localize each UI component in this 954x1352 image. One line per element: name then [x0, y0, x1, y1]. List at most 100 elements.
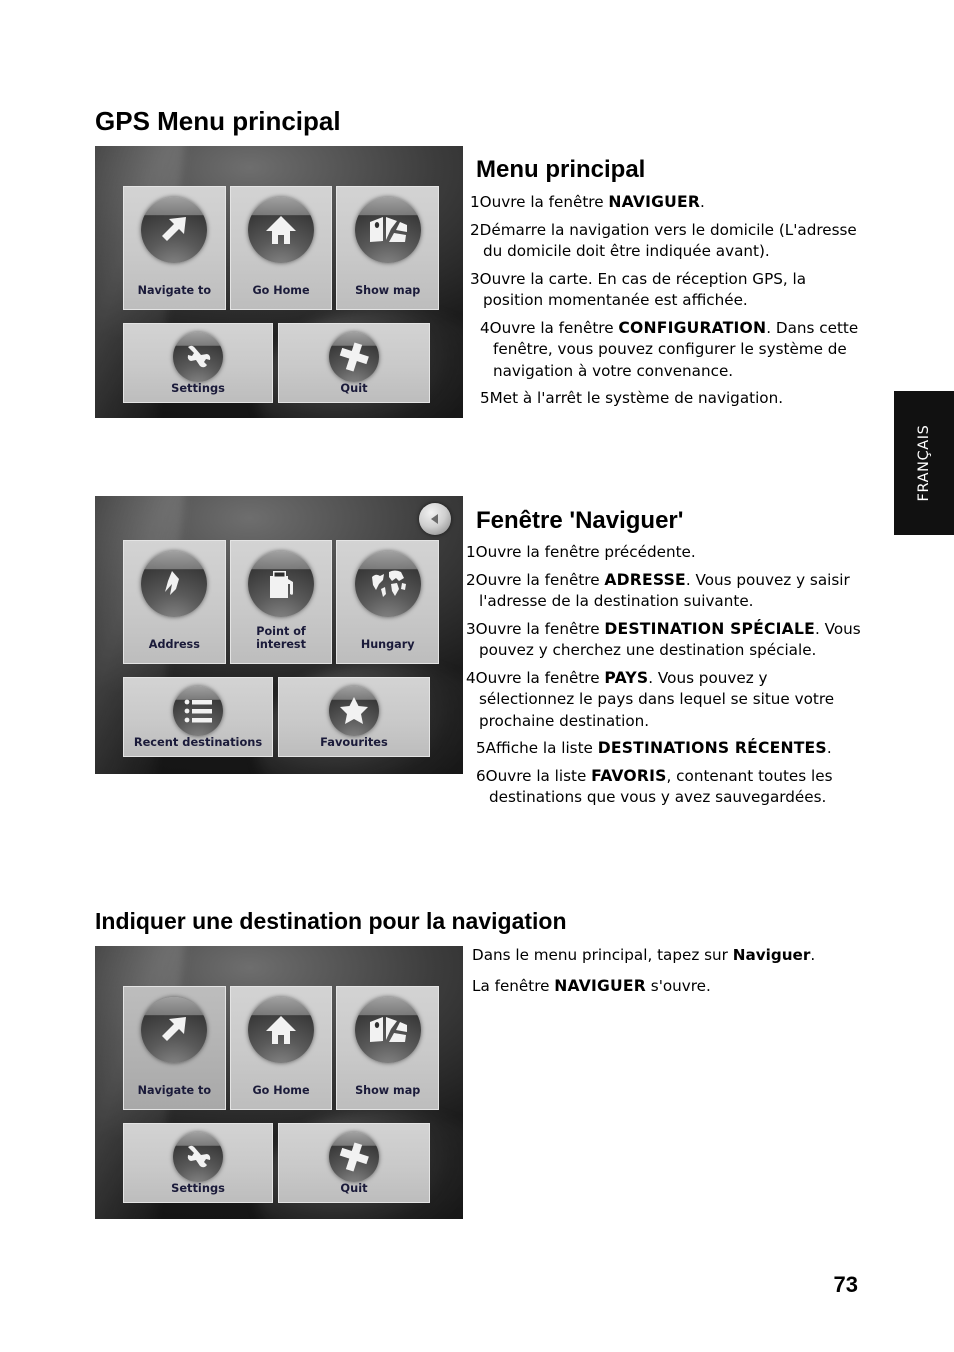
device-tile-quit[interactable]: Quit	[278, 323, 430, 403]
device-tile-label: Settings	[171, 1180, 225, 1195]
fuel-pump-icon	[248, 551, 314, 617]
device-tile-go-home[interactable]: Go Home	[229, 186, 333, 310]
star-icon	[329, 686, 379, 736]
arrow-up-right-icon	[141, 997, 208, 1063]
device-screenshot-navigate-menu: Address Point of interest Hungary Recent…	[95, 496, 463, 774]
subheading-menu-principal: Menu principal	[476, 156, 646, 183]
device-tile-label: Hungary	[360, 637, 415, 651]
paragraph: La fenêtre NAVIGUER s'ouvre.	[472, 976, 832, 998]
list-item-emphasis: PAYS	[604, 668, 649, 687]
device-tile-label: Go Home	[252, 1083, 310, 1097]
list-item: 4Ouvre la fenêtre PAYS. Vous pouvez y sé…	[466, 668, 866, 733]
device-screenshot-main-menu-pressed: Navigate to Go Home Show map Settings Qu…	[95, 946, 463, 1219]
list-item-text: Démarre la navigation vers le domicile (…	[479, 220, 857, 261]
back-arrow-icon[interactable]	[419, 503, 451, 535]
wrench-icon	[173, 332, 223, 382]
map-icon	[354, 197, 421, 263]
device-tile-grid: Navigate to Go Home Show map Settings Qu…	[123, 986, 440, 1203]
list-item-text: Met à l'arrêt le système de navigation.	[489, 389, 784, 407]
device-tile-row: Navigate to Go Home Show map	[123, 986, 440, 1110]
device-tile-navigate-to[interactable]: Navigate to	[123, 186, 226, 310]
device-tile-point-of-interest[interactable]: Point of interest	[229, 540, 333, 664]
device-tile-label: Show map	[355, 1083, 421, 1097]
device-tile-row: Settings Quit	[123, 1123, 439, 1203]
paragraph: Dans le menu principal, tapez sur Navigu…	[472, 945, 832, 967]
language-tab-label: FRANÇAIS	[916, 424, 932, 502]
list-item-number: 1	[466, 543, 476, 561]
device-tile-label: Quit	[340, 1180, 368, 1195]
list-item-emphasis: DESTINATION SPÉCIALE	[604, 619, 815, 638]
cross-icon	[329, 1132, 379, 1182]
list-item: 3Ouvre la fenêtre DESTINATION SPÉCIALE. …	[466, 619, 866, 662]
paragraph-lead: La fenêtre	[472, 976, 555, 995]
list-item-emphasis: FAVORIS	[591, 766, 667, 785]
subheading-fenetre-naviguer: Fenêtre 'Naviguer'	[476, 507, 684, 534]
device-tile-settings[interactable]: Settings	[123, 323, 273, 403]
device-tile-label: Quit	[340, 380, 368, 395]
device-tile-navigate-to[interactable]: Navigate to	[123, 986, 226, 1110]
paragraph-tail: s'ouvre.	[645, 976, 711, 995]
list-item-number: 4	[480, 318, 490, 337]
device-tile-label: Navigate to	[137, 1083, 212, 1097]
house-icon	[248, 197, 314, 263]
list-item-text: Ouvre la fenêtre	[475, 570, 605, 589]
device-tile-label: Recent destinations	[133, 734, 263, 749]
device-tile-label: Point of interest	[256, 625, 306, 651]
list-item-text: Ouvre la fenêtre	[489, 318, 619, 337]
cross-icon	[329, 332, 379, 382]
house-icon	[248, 997, 314, 1063]
list-icon	[173, 686, 223, 736]
list-item-number: 3	[466, 619, 476, 638]
page-number: 73	[833, 1272, 858, 1297]
paragraph-lead: Dans le menu principal, tapez sur	[472, 946, 733, 964]
list-item-number: 5	[476, 739, 486, 757]
list-item-text: Ouvre la fenêtre	[475, 619, 605, 638]
device-tile-grid: Navigate to Go Home Show map Settings Qu…	[123, 186, 440, 403]
list-item-text: Ouvre la carte. En cas de réception GPS,…	[479, 269, 807, 310]
device-tile-label: Address	[148, 637, 200, 651]
list-item-text: Ouvre la fenêtre	[475, 668, 605, 687]
paragraph-bold: Naviguer	[732, 946, 811, 964]
list-item-number: 1	[470, 193, 480, 211]
device-tile-row: Settings Quit	[123, 323, 439, 403]
device-tile-row: Address Point of interest Hungary	[123, 540, 440, 664]
device-tile-go-home[interactable]: Go Home	[229, 986, 333, 1110]
list-item: 2Ouvre la fenêtre ADRESSE. Vous pouvez y…	[466, 570, 866, 613]
list-item-number: 5	[480, 389, 490, 407]
device-tile-show-map[interactable]: Show map	[336, 986, 440, 1110]
list-item-text: Ouvre la liste	[485, 766, 592, 785]
list-item: 2Démarre la navigation vers le domicile …	[470, 220, 870, 263]
paragraph-tail: .	[810, 946, 816, 964]
device-tile-address[interactable]: Address	[123, 540, 226, 664]
menu-principal-list: 1Ouvre la fenêtre NAVIGUER. 2Démarre la …	[470, 192, 870, 416]
page-title: GPS Menu principal	[95, 106, 341, 136]
device-tile-show-map[interactable]: Show map	[336, 186, 440, 310]
list-item-text: Ouvre la fenêtre	[479, 193, 609, 211]
device-tile-label: Settings	[171, 380, 225, 395]
device-tile-favourites[interactable]: Favourites	[278, 677, 430, 757]
device-tile-grid: Address Point of interest Hungary Recent…	[123, 540, 440, 757]
list-item: 1Ouvre la fenêtre précédente.	[466, 542, 866, 564]
device-tile-country[interactable]: Hungary	[336, 540, 440, 664]
wrench-icon	[173, 1132, 223, 1182]
device-tile-label: Go Home	[252, 283, 310, 297]
list-item: 5Met à l'arrêt le système de navigation.	[475, 388, 870, 410]
list-item-emphasis: NAVIGUER	[608, 193, 701, 211]
list-item-emphasis: DESTINATIONS RÉCENTES	[597, 739, 827, 757]
device-tile-settings[interactable]: Settings	[123, 1123, 273, 1203]
device-tile-quit[interactable]: Quit	[278, 1123, 430, 1203]
section-heading-destination: Indiquer une destination pour la navigat…	[95, 908, 567, 934]
list-item-emphasis: ADRESSE	[604, 570, 686, 589]
device-tile-recent-destinations[interactable]: Recent destinations	[123, 677, 273, 757]
list-item-text: Ouvre la fenêtre précédente.	[475, 543, 696, 561]
device-tile-label: Show map	[355, 283, 421, 297]
device-tile-row: Recent destinations Favourites	[123, 677, 439, 757]
destination-instructions: Dans le menu principal, tapez sur Navigu…	[472, 945, 832, 1006]
device-screenshot-main-menu: Navigate to Go Home Show map Settings Qu…	[95, 146, 463, 418]
fenetre-naviguer-list: 1Ouvre la fenêtre précédente. 2Ouvre la …	[466, 542, 866, 815]
list-item: 5Affiche la liste DESTINATIONS RÉCENTES.	[471, 738, 866, 760]
device-tile-label: Favourites	[320, 734, 388, 749]
signpost-icon	[141, 551, 208, 617]
map-icon	[354, 997, 421, 1063]
list-item-number: 3	[470, 269, 480, 288]
